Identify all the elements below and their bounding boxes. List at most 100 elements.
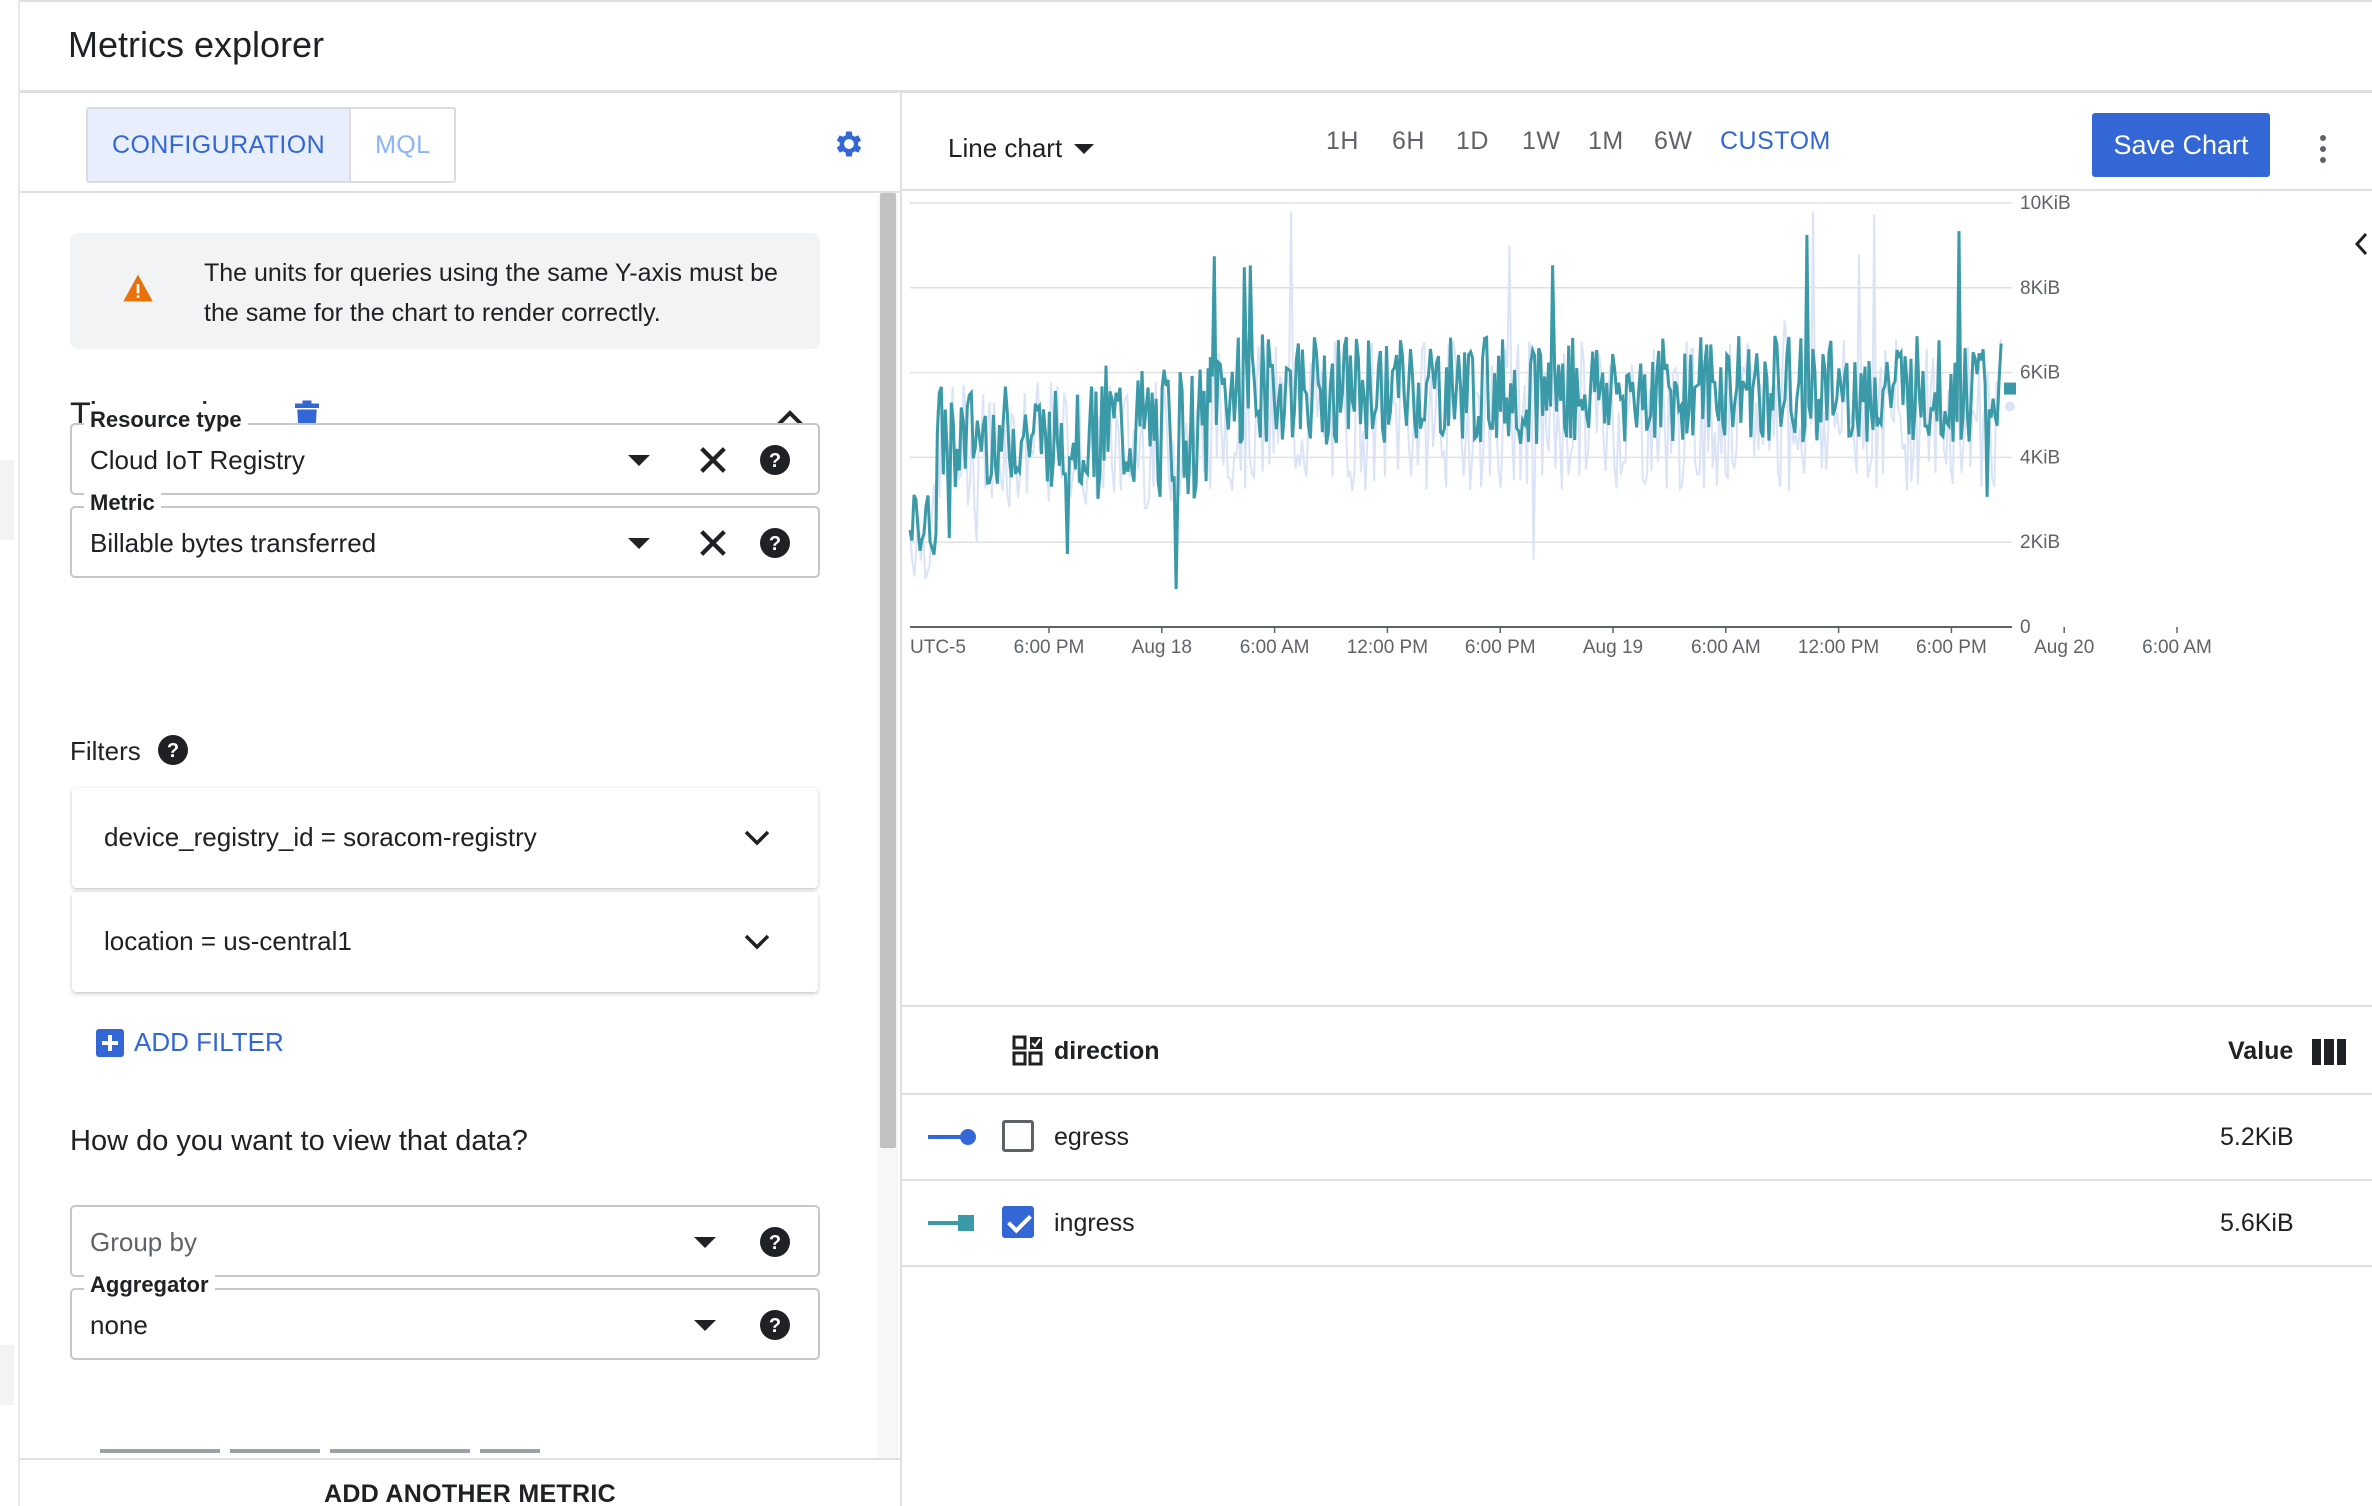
series-name: ingress [1054, 1209, 1135, 1237]
legend-table: direction Value egress 5.2KiB ingress 5.… [902, 1005, 2372, 1267]
save-chart-button[interactable]: Save Chart [2092, 113, 2270, 177]
chevron-down-icon[interactable] [742, 930, 772, 954]
x-tick-label: 12:00 PM [1347, 637, 1428, 658]
metric-label: Metric [84, 490, 161, 516]
dimension-column-header[interactable]: direction [1054, 1037, 1160, 1066]
x-tick-label: 6:00 PM [1916, 637, 1987, 658]
y-tick-label: 2KiB [2020, 532, 2060, 553]
legend-header: direction Value [902, 1005, 2372, 1095]
add-box-icon [96, 1028, 124, 1057]
value-column-header[interactable]: Value [2228, 1037, 2293, 1066]
chevron-left-icon[interactable] [2352, 230, 2370, 258]
config-panel: CONFIGURATION MQL The units for queries … [20, 93, 902, 1506]
timezone-label: UTC-5 [910, 637, 966, 658]
help-icon[interactable]: ? [760, 445, 790, 475]
view-data-heading: How do you want to view that data? [70, 1125, 528, 1157]
dropdown-arrow-icon[interactable] [628, 455, 650, 466]
add-another-metric-button[interactable]: ADD ANOTHER METRIC [324, 1480, 616, 1506]
aggregator-label: Aggregator [84, 1272, 215, 1298]
group-select-icon[interactable] [1012, 1035, 1044, 1067]
y-tick-label: 4KiB [2020, 447, 2060, 468]
group-by-select[interactable]: Group by ? [70, 1205, 820, 1277]
help-icon[interactable]: ? [760, 528, 790, 558]
x-tick-label: 6:00 PM [1014, 637, 1085, 658]
app-header: Metrics explorer [20, 0, 2372, 93]
legend-row[interactable]: egress 5.2KiB [902, 1095, 2372, 1181]
dropdown-arrow-icon[interactable] [628, 538, 650, 549]
range-button-6w[interactable]: 6W [1654, 127, 1693, 156]
dropdown-arrow-icon[interactable] [694, 1237, 716, 1248]
series-square-swatch [958, 1215, 974, 1231]
config-tabs-bar: CONFIGURATION MQL [20, 93, 900, 193]
panel-footer: ADD ANOTHER METRIC [20, 1458, 900, 1506]
dropdown-arrow-icon[interactable] [694, 1320, 716, 1331]
warning-banner: The units for queries using the same Y-a… [70, 233, 820, 349]
x-tick-label: 6:00 PM [1465, 637, 1536, 658]
tab-group: CONFIGURATION MQL [86, 107, 457, 183]
help-icon[interactable]: ? [760, 1227, 790, 1257]
range-button-1d[interactable]: 1D [1456, 127, 1489, 156]
x-tick-label: 6:00 AM [1691, 637, 1761, 658]
aggregator-value: none [90, 1310, 148, 1340]
chart-toolbar: Line chart 1H 6H 1D 1W 1M 6W CUSTOM Save… [902, 93, 2372, 191]
svg-text:?: ? [769, 533, 781, 555]
range-button-1w[interactable]: 1W [1522, 127, 1561, 156]
x-tick-label: Aug 19 [1583, 637, 1643, 658]
resource-type-select[interactable]: Resource type Cloud IoT Registry ? [70, 407, 820, 495]
group-by-placeholder: Group by [90, 1227, 197, 1257]
column-picker-icon[interactable] [2312, 1039, 2346, 1065]
series-dot-swatch [960, 1129, 976, 1145]
gear-icon[interactable] [832, 127, 866, 161]
chart-type-label: Line chart [948, 133, 1063, 163]
series-line-ingress [908, 231, 2003, 590]
tab-configuration[interactable]: CONFIGURATION [88, 109, 350, 181]
series-end-marker-egress [2005, 401, 2015, 412]
range-button-1h[interactable]: 1H [1326, 127, 1359, 156]
rail-marker [0, 460, 14, 540]
y-tick-label: 8KiB [2020, 278, 2060, 299]
range-button-custom[interactable]: CUSTOM [1720, 127, 1831, 156]
y-tick-label: 0 [2020, 617, 2031, 638]
svg-text:?: ? [769, 1232, 781, 1254]
svg-text:?: ? [167, 740, 179, 762]
warning-icon [123, 274, 153, 302]
metric-select[interactable]: Metric Billable bytes transferred ? [70, 490, 820, 578]
svg-text:?: ? [769, 1315, 781, 1337]
range-button-1m[interactable]: 1M [1588, 127, 1624, 156]
aggregator-select[interactable]: Aggregator none ? [70, 1272, 820, 1360]
rail-marker [0, 1345, 14, 1405]
add-filter-label: ADD FILTER [134, 1027, 284, 1057]
filter-text: location = us-central1 [104, 926, 352, 956]
warning-text: The units for queries using the same Y-a… [204, 259, 778, 327]
filter-text: device_registry_id = soracom-registry [104, 822, 537, 852]
range-button-6h[interactable]: 6H [1392, 127, 1425, 156]
scrollbar-thumb[interactable] [880, 193, 896, 1148]
x-tick-label: Aug 18 [1132, 637, 1192, 658]
x-tick-label: 6:00 AM [1240, 637, 1310, 658]
clipped-content [100, 1445, 820, 1453]
metric-value: Billable bytes transferred [90, 528, 377, 558]
resource-type-label: Resource type [84, 407, 248, 433]
filter-chip[interactable]: location = us-central1 [72, 892, 818, 992]
y-tick-label: 10KiB [2020, 193, 2071, 214]
x-tick-label: 12:00 PM [1798, 637, 1879, 658]
series-value: 5.2KiB [2220, 1123, 2294, 1151]
chart-type-select[interactable]: Line chart [948, 133, 1095, 164]
series-checkbox-checked[interactable] [1002, 1206, 1034, 1238]
legend-row[interactable]: ingress 5.6KiB [902, 1181, 2372, 1267]
dropdown-arrow-icon [1074, 143, 1095, 154]
tab-mql[interactable]: MQL [349, 109, 454, 181]
page-title: Metrics explorer [68, 24, 325, 65]
series-end-marker-ingress [2004, 382, 2016, 395]
y-tick-label: 6KiB [2020, 363, 2060, 384]
series-checkbox[interactable] [1002, 1120, 1034, 1152]
filter-chip[interactable]: device_registry_id = soracom-registry [72, 788, 818, 888]
close-icon[interactable] [696, 443, 730, 477]
add-filter-button[interactable]: ADD FILTER [96, 1027, 284, 1058]
chevron-down-icon[interactable] [742, 826, 772, 850]
more-vert-icon[interactable] [2320, 135, 2328, 165]
close-icon[interactable] [696, 526, 730, 560]
help-icon[interactable]: ? [158, 735, 188, 765]
help-icon[interactable]: ? [760, 1310, 790, 1340]
x-tick-label: Aug 20 [2034, 637, 2094, 658]
